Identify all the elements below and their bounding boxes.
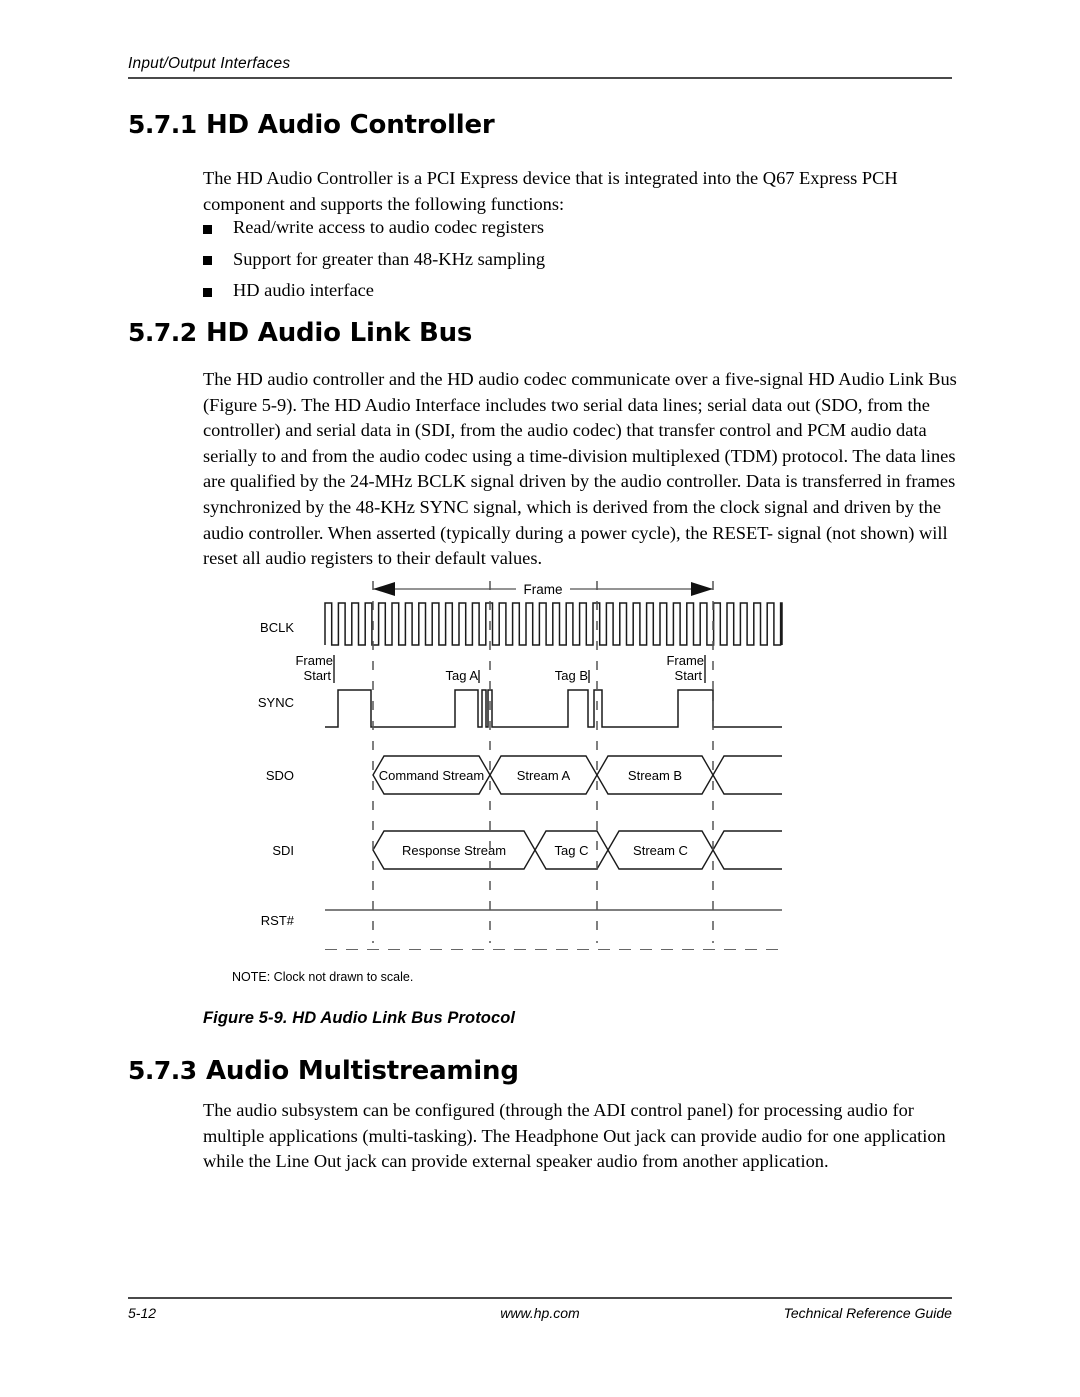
footer-rule	[128, 1297, 952, 1299]
sdo-segment-label: Command Stream	[379, 768, 484, 783]
heading-number: 5.7.3	[128, 1056, 197, 1085]
heading-5-7-2: 5.7.2 HD Audio Link Bus	[128, 318, 472, 348]
figure-hd-audio-link-bus-protocol: BCLK SYNC SDO SDI RST# Frame Frame Start Tag A Ta…	[236, 575, 836, 951]
heading-number: 5.7.1	[128, 110, 197, 139]
sync-annotation-label: Start	[304, 668, 332, 683]
paragraph-5-7-1: The HD Audio Controller is a PCI Express…	[203, 166, 963, 217]
footer-guide-title: Technical Reference Guide	[783, 1304, 952, 1321]
sdi-segment	[712, 830, 782, 870]
sdo-segment	[712, 755, 782, 795]
heading-5-7-3: 5.7.3 Audio Multistreaming	[128, 1056, 519, 1086]
heading-title: Audio Multistreaming	[206, 1056, 519, 1086]
list-item-label: HD audio interface	[233, 280, 374, 300]
heading-title: HD Audio Link Bus	[206, 318, 473, 348]
paragraph-text: The audio subsystem can be configured (t…	[203, 1100, 946, 1172]
sync-annotation-label: Start	[675, 668, 703, 683]
heading-title: HD Audio Controller	[206, 110, 495, 140]
list-item: HD audio interface	[203, 278, 963, 310]
list-item: Support for greater than 48-KHz sampling	[203, 247, 963, 279]
sdo-segment-label: Stream B	[628, 768, 682, 783]
heading-5-7-1: 5.7.1 HD Audio Controller	[128, 110, 495, 140]
frame-span-label: Frame	[523, 582, 562, 597]
running-header-text: Input/Output Interfaces	[128, 55, 291, 72]
heading-number: 5.7.2	[128, 318, 197, 347]
sdi-segment-label: Tag C	[555, 843, 589, 858]
figure-caption: Figure 5-9. HD Audio Link Bus Protocol	[203, 1009, 516, 1027]
list-item-label: Support for greater than 48-KHz sampling	[233, 248, 546, 269]
signal-label-sync: SYNC	[258, 695, 294, 710]
sync-annotation-label: Frame	[666, 653, 704, 668]
sync-annotation-label: Tag A	[445, 668, 478, 683]
sync-annotation-label: Frame	[295, 653, 333, 668]
list-item: Read/write access to audio codec registe…	[203, 215, 963, 247]
bullet-square-icon	[203, 278, 233, 303]
list-item-label: Read/write access to audio codec registe…	[233, 217, 544, 237]
figure-note: NOTE: Clock not drawn to scale.	[232, 970, 414, 984]
paragraph-text: The HD audio controller and the HD audio…	[203, 369, 957, 569]
paragraph-5-7-3: The audio subsystem can be configured (t…	[203, 1098, 963, 1175]
sdi-segment-label: Stream C	[633, 843, 688, 858]
timing-diagram: BCLKSYNCSDOSDIRST#FrameFrameStart Tag A Ta…	[258, 580, 783, 951]
document-page: Input/Output Interfaces 5.7.1 HD Audio C…	[0, 0, 1080, 1397]
sdo-segment-label: Stream A	[517, 768, 571, 783]
bullet-list-5-7-1: Read/write access to audio codec registe…	[203, 215, 963, 310]
bullet-square-icon	[203, 247, 233, 272]
signal-label-rst: RST#	[261, 913, 295, 928]
signal-label-sdo: SDO	[266, 768, 294, 783]
paragraph-text: The HD Audio Controller is a PCI Express…	[203, 168, 898, 214]
header-rule	[128, 77, 952, 79]
frame-arrow-left-icon	[373, 582, 395, 596]
paragraph-5-7-2: The HD audio controller and the HD audio…	[203, 367, 963, 572]
footer-url: www.hp.com	[500, 1304, 580, 1321]
bullet-square-icon	[203, 215, 233, 240]
footer-page-number: 5-12	[128, 1304, 157, 1321]
page-footer: 5-12 www.hp.com Technical Reference Guid…	[128, 1297, 952, 1321]
sync-annotation-label: Tag B	[555, 668, 588, 683]
signal-label-sdi: SDI	[272, 843, 294, 858]
frame-arrow-right-icon	[691, 582, 713, 596]
signal-label-bclk: BCLK	[260, 620, 294, 635]
running-header: Input/Output Interfaces	[128, 55, 952, 79]
